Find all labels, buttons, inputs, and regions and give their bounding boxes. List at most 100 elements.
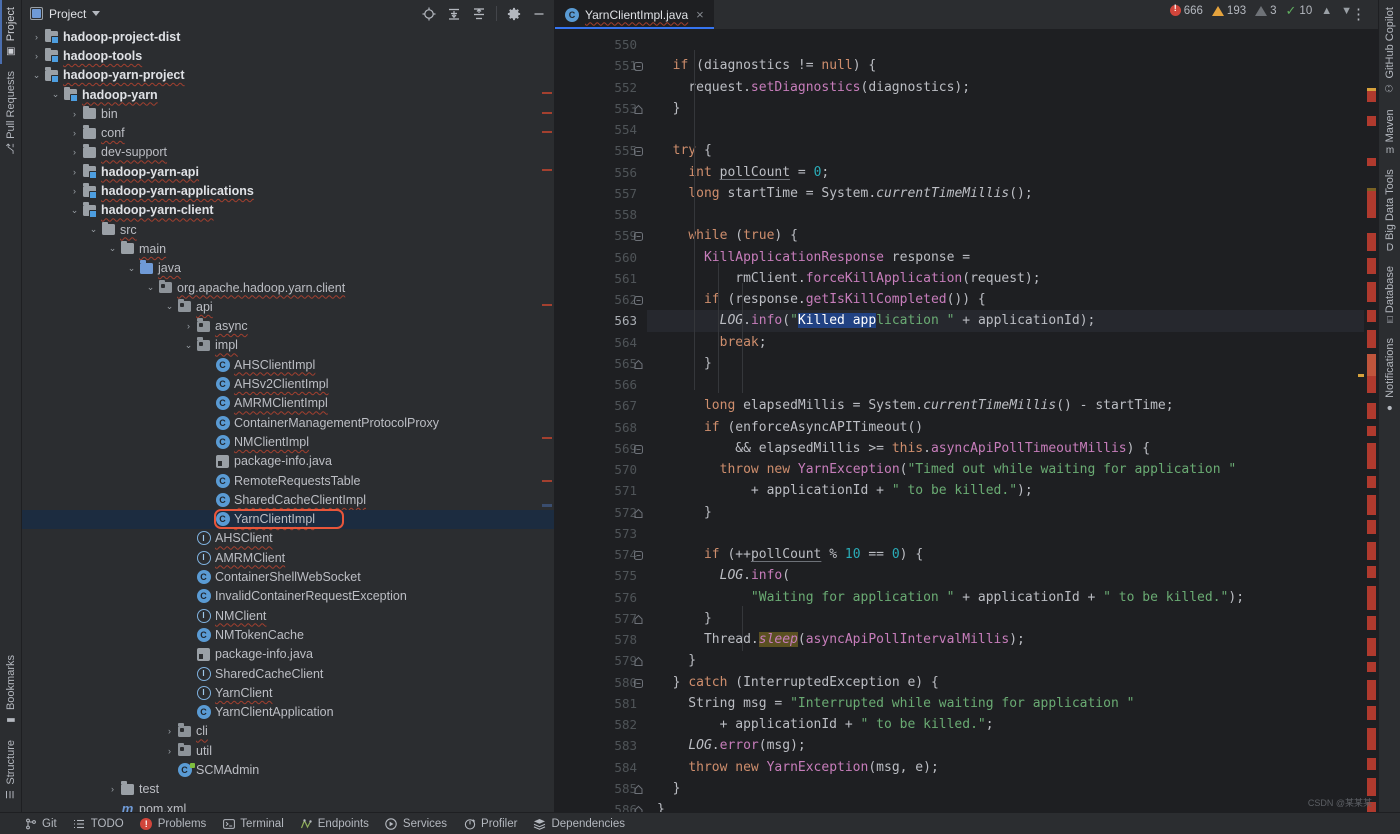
fold-end-icon[interactable] xyxy=(633,613,644,624)
error-stripe-marker[interactable] xyxy=(1367,758,1376,770)
code-line[interactable]: + applicationId + " to be killed."); xyxy=(647,480,1378,501)
error-stripe-marker[interactable] xyxy=(1367,233,1376,251)
chevron-down-icon[interactable]: ⌄ xyxy=(30,70,43,81)
status-bar-item-services[interactable]: Services xyxy=(385,817,447,830)
error-stripe-marker[interactable] xyxy=(1367,403,1376,419)
error-stripe-marker[interactable] xyxy=(1367,116,1376,126)
line-number[interactable]: 571 xyxy=(555,480,647,501)
fold-start-icon[interactable] xyxy=(633,677,644,688)
error-stripe-marker[interactable] xyxy=(1367,616,1376,630)
error-stripe-marker[interactable] xyxy=(1367,586,1376,610)
error-stripe-marker[interactable] xyxy=(1367,282,1376,302)
tree-node[interactable]: package-info.java xyxy=(22,452,554,471)
tool-window-button-notifications[interactable]: ● Notifications xyxy=(1381,331,1399,421)
code-line[interactable]: } xyxy=(647,353,1378,374)
line-number[interactable]: 550 xyxy=(555,34,647,55)
warning-count-badge[interactable]: 193 xyxy=(1211,5,1246,17)
next-highlight-icon[interactable]: ▼ xyxy=(1341,5,1352,17)
tree-node[interactable]: I NMClient xyxy=(22,606,554,625)
error-stripe-marker[interactable] xyxy=(1367,158,1376,166)
status-bar-item-dependencies[interactable]: Dependencies xyxy=(533,817,625,830)
fold-end-icon[interactable] xyxy=(633,507,644,518)
code-line[interactable]: throw new YarnException("Timed out while… xyxy=(647,459,1378,480)
tree-node[interactable]: C RemoteRequestsTable xyxy=(22,471,554,490)
close-icon[interactable]: × xyxy=(694,6,706,23)
ok-count-badge[interactable]: ✓ 10 xyxy=(1286,4,1313,17)
tree-node[interactable]: ⌄ hadoop-yarn-project xyxy=(22,66,554,85)
editor-tab-yarnclientimpl[interactable]: C YarnClientImpl.java × xyxy=(555,0,714,29)
fold-end-icon[interactable] xyxy=(633,103,644,114)
line-number[interactable]: 570 xyxy=(555,459,647,480)
tree-node[interactable]: › hadoop-project-dist xyxy=(22,27,554,46)
code-line[interactable]: long elapsedMillis = System.currentTimeM… xyxy=(647,395,1378,416)
line-number[interactable]: 584 xyxy=(555,757,647,778)
editor-gutter[interactable]: 550 551 552 553 554 555 556 557 558 559 560 561 562 5… xyxy=(555,29,647,812)
status-bar-item-todo[interactable]: TODO xyxy=(73,817,124,830)
select-opened-file-icon[interactable] xyxy=(418,3,440,25)
tree-error-stripe-marker[interactable] xyxy=(542,504,552,507)
code-line[interactable]: while (true) { xyxy=(647,225,1378,246)
line-number[interactable]: 558 xyxy=(555,204,647,225)
code-line[interactable]: LOG.info("Killed application " + applica… xyxy=(647,310,1378,331)
tree-node[interactable]: › conf xyxy=(22,124,554,143)
line-number[interactable]: 566 xyxy=(555,374,647,395)
chevron-right-icon[interactable]: › xyxy=(68,109,81,119)
status-bar-item-profiler[interactable]: Profiler xyxy=(463,817,517,830)
status-bar-item-endpoints[interactable]: Endpoints xyxy=(300,817,369,830)
tree-node[interactable]: C AHSClientImpl xyxy=(22,355,554,374)
error-stripe-marker[interactable] xyxy=(1367,542,1376,560)
editor-error-stripe[interactable] xyxy=(1358,58,1378,812)
status-bar-item-terminal[interactable]: Terminal xyxy=(222,817,284,830)
tool-window-button-big-data-tools[interactable]: D Big Data Tools xyxy=(1381,162,1399,259)
line-number[interactable]: 578 xyxy=(555,629,647,650)
tree-node-selected[interactable]: C YarnClientImpl xyxy=(22,509,554,529)
error-stripe-marker[interactable] xyxy=(1367,706,1376,720)
tree-node[interactable]: › hadoop-yarn-applications xyxy=(22,181,554,200)
tree-node[interactable]: C YarnClientApplication xyxy=(22,703,554,722)
code-line[interactable]: String msg = "Interrupted while waiting … xyxy=(647,693,1378,714)
tree-node[interactable]: ⌄ org.apache.hadoop.yarn.client xyxy=(22,278,554,297)
expand-all-icon[interactable] xyxy=(443,3,465,25)
chevron-down-icon[interactable]: ⌄ xyxy=(125,263,138,274)
tree-node[interactable]: C InvalidContainerRequestException xyxy=(22,587,554,606)
tree-error-stripe-marker[interactable] xyxy=(542,112,552,114)
tree-node[interactable]: ⌄ main xyxy=(22,239,554,258)
code-view[interactable]: if (diagnostics != null) { request.setDi… xyxy=(647,29,1378,812)
line-number[interactable]: 575 xyxy=(555,565,647,586)
tree-node[interactable]: I AMRMClient xyxy=(22,548,554,567)
line-number[interactable]: 561 xyxy=(555,268,647,289)
tree-node[interactable]: I YarnClient xyxy=(22,683,554,702)
code-line[interactable]: LOG.info( xyxy=(647,565,1378,586)
error-stripe-marker[interactable] xyxy=(1367,728,1376,750)
error-stripe-marker[interactable] xyxy=(1367,778,1376,796)
fold-start-icon[interactable] xyxy=(633,60,644,72)
tool-window-button-maven[interactable]: m Maven xyxy=(1381,102,1399,162)
error-stripe-marker[interactable] xyxy=(1367,354,1376,376)
line-number[interactable]: 556 xyxy=(555,162,647,183)
tree-node[interactable]: C NMClientImpl xyxy=(22,432,554,451)
collapse-all-icon[interactable] xyxy=(468,3,490,25)
chevron-down-icon[interactable]: ⌄ xyxy=(106,243,119,254)
tree-node[interactable]: C AHSv2ClientImpl xyxy=(22,374,554,393)
fold-end-icon[interactable] xyxy=(633,358,644,369)
chevron-down-icon[interactable]: ⌄ xyxy=(144,282,157,293)
chevron-right-icon[interactable]: › xyxy=(163,746,176,756)
tree-node[interactable]: › hadoop-yarn-api xyxy=(22,162,554,181)
code-line[interactable]: && elapsedMillis >= this.asyncApiPollTim… xyxy=(647,438,1378,459)
code-line[interactable]: rmClient.forceKillApplication(request); xyxy=(647,268,1378,289)
line-number[interactable]: 564 xyxy=(555,332,647,353)
code-line[interactable]: } xyxy=(647,778,1378,799)
tree-node[interactable]: ⌄ api xyxy=(22,297,554,316)
chevron-down-icon[interactable] xyxy=(92,11,101,16)
fold-start-icon[interactable] xyxy=(633,443,644,454)
settings-gear-icon[interactable] xyxy=(503,3,525,25)
status-bar-item-git[interactable]: Git xyxy=(24,817,57,830)
chevron-right-icon[interactable]: › xyxy=(68,128,81,138)
code-line[interactable]: if (++pollCount % 10 == 0) { xyxy=(647,544,1378,565)
tree-node[interactable]: ⌄ hadoop-yarn-client xyxy=(22,201,554,220)
code-line[interactable]: Thread.sleep(asyncApiPollIntervalMillis)… xyxy=(647,629,1378,650)
code-line[interactable]: if (diagnostics != null) { xyxy=(647,55,1378,76)
error-stripe-marker[interactable] xyxy=(1367,310,1376,322)
chevron-right-icon[interactable]: › xyxy=(68,186,81,196)
line-number[interactable]: 573 xyxy=(555,523,647,544)
